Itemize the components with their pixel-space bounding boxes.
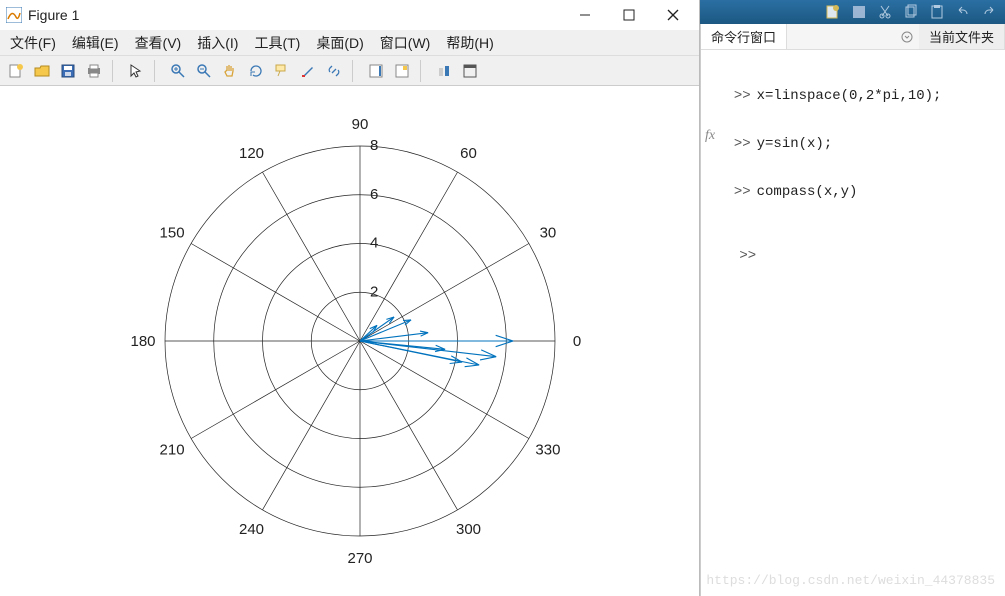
titlebar: Figure 1 <box>0 0 699 30</box>
copy-icon[interactable] <box>903 4 919 20</box>
tab-command-window-label: 命令行窗口 <box>711 27 776 46</box>
menu-help[interactable]: 帮助(H) <box>442 31 497 55</box>
menu-file[interactable]: 文件(F) <box>6 31 60 55</box>
datatip-icon[interactable] <box>270 59 294 83</box>
save-icon[interactable] <box>56 59 80 83</box>
window-title: Figure 1 <box>28 7 79 23</box>
matlab-quick-toolbar <box>700 0 1005 24</box>
hide-tools-icon[interactable] <box>432 59 456 83</box>
tab-current-folder-label: 当前文件夹 <box>929 27 994 46</box>
link-icon[interactable] <box>322 59 346 83</box>
pointer-icon[interactable] <box>124 59 148 83</box>
menu-edit[interactable]: 编辑(E) <box>68 31 123 55</box>
insert-legend-icon[interactable] <box>390 59 414 83</box>
panel-tabstrip: 命令行窗口 当前文件夹 <box>701 24 1005 50</box>
svg-text:180: 180 <box>130 333 155 350</box>
command-window-panel: 命令行窗口 当前文件夹 >> x=linspace(0,2*pi,10); >>… <box>700 24 1005 596</box>
new-script-icon[interactable] <box>825 4 841 20</box>
insert-colorbar-icon[interactable] <box>364 59 388 83</box>
prompt: >> <box>734 88 751 104</box>
brush-icon[interactable] <box>296 59 320 83</box>
tab-current-folder[interactable]: 当前文件夹 <box>919 24 1005 49</box>
rotate-icon[interactable] <box>244 59 268 83</box>
redo-icon[interactable] <box>981 4 997 20</box>
plot-area: 2 4 6 8 0 30 60 90 120 150 180 210 240 270 300 330 <box>0 86 699 596</box>
matlab-figure-icon <box>6 7 22 23</box>
svg-text:210: 210 <box>160 442 185 459</box>
command-window[interactable]: >> x=linspace(0,2*pi,10); >> y=sin(x); >… <box>701 50 1005 596</box>
svg-text:330: 330 <box>535 442 560 459</box>
svg-text:60: 60 <box>460 145 477 162</box>
svg-text:8: 8 <box>370 137 378 154</box>
svg-text:120: 120 <box>239 145 264 162</box>
pan-icon[interactable] <box>218 59 242 83</box>
prompt: >> <box>739 248 756 264</box>
svg-text:300: 300 <box>456 521 481 538</box>
compass-plot: 2 4 6 8 0 30 60 90 120 150 180 210 240 270 300 330 <box>0 86 699 596</box>
menu-tools[interactable]: 工具(T) <box>250 31 304 55</box>
open-icon[interactable] <box>30 59 54 83</box>
cut-icon[interactable] <box>877 4 893 20</box>
watermark: https://blog.csdn.net/weixin_44378835 <box>706 573 995 588</box>
new-figure-icon[interactable] <box>4 59 28 83</box>
svg-text:150: 150 <box>160 225 185 242</box>
menu-desktop[interactable]: 桌面(D) <box>312 31 367 55</box>
zoom-in-icon[interactable] <box>166 59 190 83</box>
undo-icon[interactable] <box>955 4 971 20</box>
figure-window: Figure 1 文件(F) 编辑(E) 查看(V) 插入(I) 工具(T) 桌… <box>0 0 700 596</box>
minimize-button[interactable] <box>563 1 607 29</box>
cmd-line-3: compass(x,y) <box>757 184 858 200</box>
paste-icon[interactable] <box>929 4 945 20</box>
print-icon[interactable] <box>82 59 106 83</box>
svg-text:6: 6 <box>370 186 378 203</box>
svg-text:4: 4 <box>370 235 378 252</box>
maximize-button[interactable] <box>607 1 651 29</box>
cmd-line-2: y=sin(x); <box>757 136 833 152</box>
prompt: >> <box>734 184 751 200</box>
svg-text:240: 240 <box>239 521 264 538</box>
zoom-out-icon[interactable] <box>192 59 216 83</box>
svg-text:30: 30 <box>540 225 557 242</box>
panel-actions-icon[interactable] <box>895 24 919 49</box>
svg-text:90: 90 <box>352 116 369 133</box>
tab-command-window[interactable]: 命令行窗口 <box>701 24 787 49</box>
menubar: 文件(F) 编辑(E) 查看(V) 插入(I) 工具(T) 桌面(D) 窗口(W… <box>0 30 699 56</box>
close-button[interactable] <box>651 1 695 29</box>
svg-text:0: 0 <box>573 333 581 350</box>
menu-view[interactable]: 查看(V) <box>131 31 186 55</box>
menu-window[interactable]: 窗口(W) <box>376 31 435 55</box>
dock-icon[interactable] <box>458 59 482 83</box>
save-icon[interactable] <box>851 4 867 20</box>
cmd-line-1: x=linspace(0,2*pi,10); <box>757 88 942 104</box>
fx-icon[interactable]: fx <box>705 128 715 144</box>
svg-text:270: 270 <box>347 550 372 567</box>
menu-insert[interactable]: 插入(I) <box>193 31 242 55</box>
toolbar <box>0 56 699 86</box>
svg-text:2: 2 <box>370 283 378 300</box>
prompt: >> <box>734 136 751 152</box>
